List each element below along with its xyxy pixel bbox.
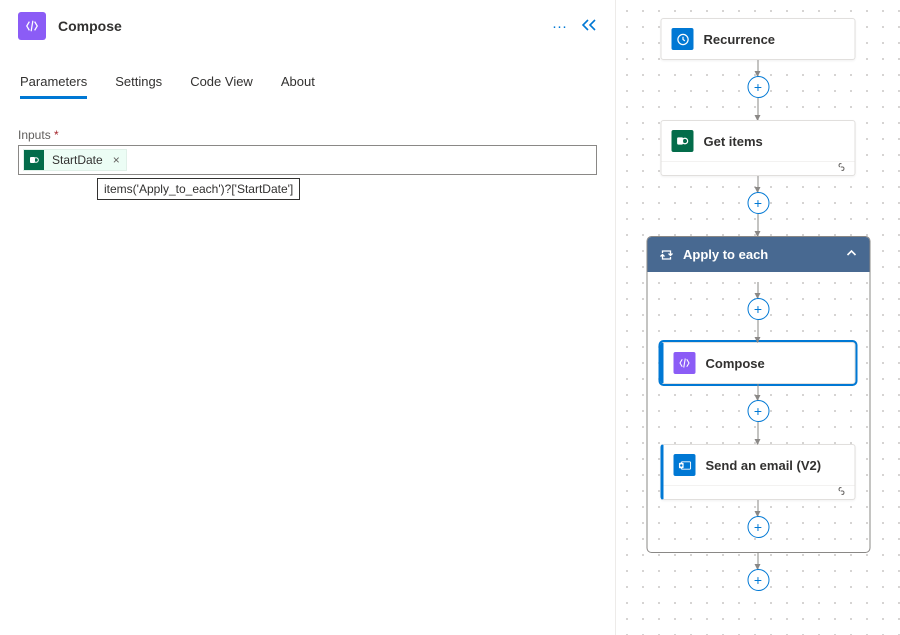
connector-arrow [758, 176, 759, 192]
clock-icon [672, 28, 694, 50]
required-asterisk: * [54, 128, 59, 142]
collapse-panel-icon[interactable] [581, 18, 597, 35]
add-step-button[interactable]: + [747, 192, 769, 214]
inputs-label: Inputs * [18, 128, 597, 142]
connector-arrow [758, 214, 759, 236]
panel-header: Compose ··· [18, 12, 597, 48]
flow-node-recurrence[interactable]: Recurrence [661, 18, 856, 60]
node-footer [664, 485, 855, 499]
token-label: StartDate [52, 153, 103, 167]
scope-header[interactable]: Apply to each [647, 237, 869, 272]
scope-label: Apply to each [683, 247, 768, 262]
connector-arrow [758, 500, 759, 516]
link-icon [837, 162, 847, 175]
inputs-field[interactable]: StartDate × [18, 145, 597, 175]
flow-node-send-email[interactable]: Send an email (V2) [661, 444, 856, 500]
add-step-button[interactable]: + [747, 516, 769, 538]
add-step-button[interactable]: + [747, 569, 769, 591]
sharepoint-icon [672, 130, 694, 152]
node-footer [662, 161, 855, 175]
outlook-icon [674, 454, 696, 476]
connector-arrow [758, 282, 759, 298]
link-icon [837, 486, 847, 499]
tab-settings[interactable]: Settings [115, 68, 162, 99]
node-label: Send an email (V2) [706, 458, 822, 473]
tabs: Parameters Settings Code View About [18, 68, 597, 100]
loop-icon [659, 248, 673, 262]
remove-token-icon[interactable]: × [111, 153, 120, 167]
flow-node-get-items[interactable]: Get items [661, 120, 856, 176]
more-actions-icon[interactable]: ··· [552, 18, 567, 35]
add-step-button[interactable]: + [747, 76, 769, 98]
connector-arrow [758, 320, 759, 342]
action-config-panel: Compose ··· Parameters Settings Code Vie… [0, 0, 615, 635]
flow-node-compose[interactable]: Compose [661, 342, 856, 384]
node-label: Get items [704, 134, 763, 149]
node-label: Recurrence [704, 32, 776, 47]
tab-parameters[interactable]: Parameters [20, 68, 87, 99]
add-step-button[interactable]: + [747, 298, 769, 320]
compose-icon [674, 352, 696, 374]
node-label: Compose [706, 356, 765, 371]
token-startdate[interactable]: StartDate × [23, 149, 127, 171]
connector-arrow [758, 60, 759, 76]
parameters-form: Inputs * StartDate × [18, 128, 597, 175]
collapse-scope-icon[interactable] [845, 247, 857, 262]
panel-title: Compose [58, 18, 540, 34]
connector-arrow [758, 422, 759, 444]
token-expression-tooltip: items('Apply_to_each')?['StartDate'] [97, 178, 300, 200]
connector-arrow [758, 384, 759, 400]
sharepoint-icon [24, 150, 44, 170]
flow-canvas[interactable]: Recurrence + Get items + [615, 0, 900, 635]
tab-about[interactable]: About [281, 68, 315, 99]
connector-arrow [758, 553, 759, 569]
connector-arrow [758, 98, 759, 120]
tab-code-view[interactable]: Code View [190, 68, 253, 99]
add-step-button[interactable]: + [747, 400, 769, 422]
flow-scope-apply-to-each[interactable]: Apply to each + Compose [646, 236, 870, 553]
inputs-label-text: Inputs [18, 128, 51, 142]
compose-icon [18, 12, 46, 40]
scope-body: + Compose + [647, 272, 869, 542]
